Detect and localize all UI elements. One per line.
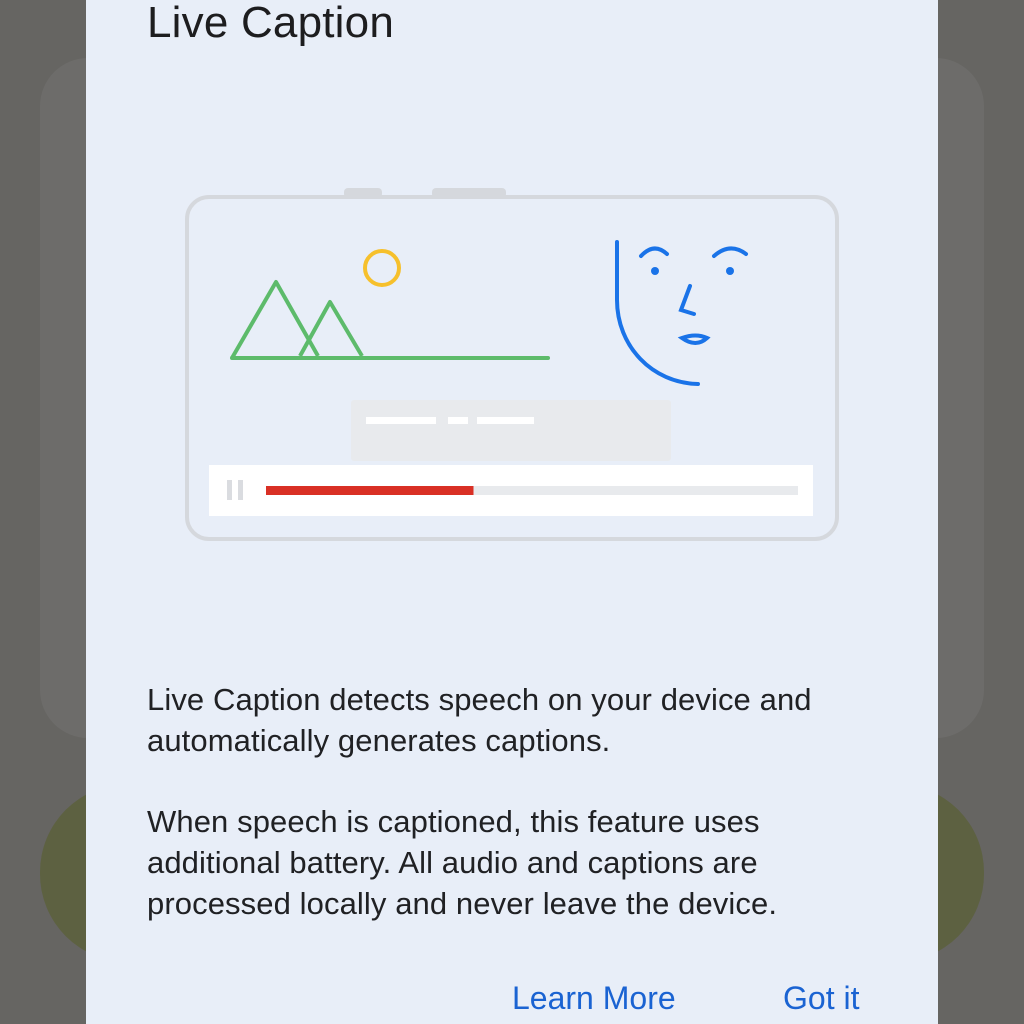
media-player-bar [209, 465, 813, 516]
live-caption-illustration [185, 188, 839, 541]
screen: Live Caption Live Caption detects speech… [0, 0, 1024, 1024]
dialog-title: Live Caption [147, 0, 394, 47]
got-it-button[interactable]: Got it [783, 974, 859, 1022]
progress-fill [266, 486, 474, 495]
pause-icon [238, 480, 243, 500]
caption-box [351, 400, 671, 461]
landscape-image-icon [230, 249, 550, 360]
description-paragraph: Live Caption detects speech on your devi… [147, 682, 812, 758]
battery-privacy-paragraph: When speech is captioned, this feature u… [147, 804, 778, 921]
learn-more-button[interactable]: Learn More [512, 974, 676, 1022]
pause-icon [227, 480, 232, 500]
speaking-face-icon [615, 240, 748, 386]
